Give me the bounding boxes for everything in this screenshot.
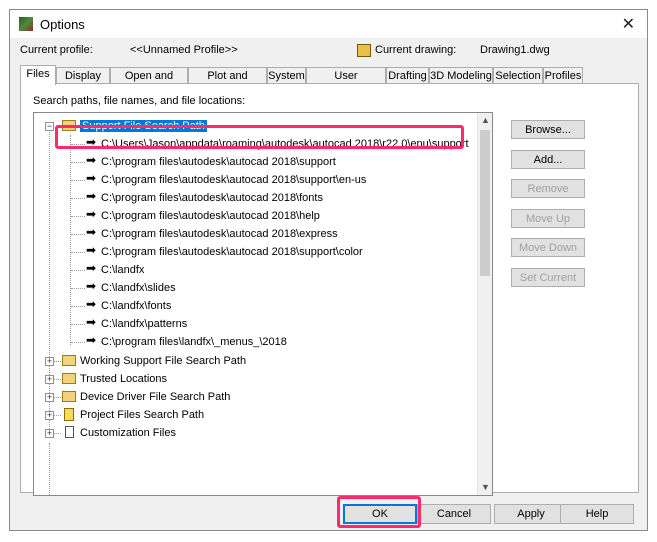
- options-dialog: Options ✕ Current profile: <<Unnamed Pro…: [9, 9, 648, 531]
- expand-icon[interactable]: +: [45, 357, 54, 366]
- set-current-button[interactable]: Set Current: [511, 268, 585, 287]
- document-icon: [65, 426, 74, 438]
- expand-icon[interactable]: +: [45, 429, 54, 438]
- expand-icon[interactable]: +: [45, 393, 54, 402]
- tree-node-path[interactable]: C:\landfx: [101, 262, 144, 278]
- folder-icon: [62, 120, 76, 131]
- remove-button[interactable]: Remove: [511, 179, 585, 198]
- path-arrow-icon: ➡: [86, 225, 97, 239]
- tab-3d-modeling[interactable]: 3D Modeling: [429, 67, 493, 83]
- close-icon[interactable]: ✕: [622, 14, 635, 34]
- ok-button[interactable]: OK: [343, 504, 417, 524]
- tree-node-support-file-search-path[interactable]: Support File Search Path: [80, 118, 207, 134]
- search-path-tree[interactable]: − Support File Search Path ➡ C:\Users\Ja…: [33, 112, 493, 496]
- tree-node-trusted-locations[interactable]: Trusted Locations: [80, 371, 167, 387]
- tree-node-path[interactable]: C:\program files\autodesk\autocad 2018\f…: [101, 190, 323, 206]
- path-arrow-icon: ➡: [86, 171, 97, 185]
- autocad-app-icon: [19, 17, 33, 31]
- tab-open-and-save[interactable]: Open and Save: [110, 67, 188, 98]
- path-arrow-icon: ➡: [86, 261, 97, 275]
- tab-files[interactable]: Files: [20, 65, 56, 85]
- browse-button[interactable]: Browse...: [511, 120, 585, 139]
- tree-node-path[interactable]: C:\landfx\slides: [101, 280, 176, 296]
- add-button[interactable]: Add...: [511, 150, 585, 169]
- scroll-down-icon[interactable]: ▼: [479, 480, 492, 495]
- path-arrow-icon: ➡: [86, 207, 97, 221]
- tree-guide: [49, 127, 50, 431]
- apply-button[interactable]: Apply: [494, 504, 568, 524]
- tree-node-project-files[interactable]: Project Files Search Path: [80, 407, 204, 423]
- title-bar: Options ✕: [10, 10, 647, 38]
- folder-icon: [62, 373, 76, 384]
- tree-node-path[interactable]: C:\Users\Jason\appdata\roaming\autodesk\…: [101, 136, 469, 152]
- search-paths-label: Search paths, file names, and file locat…: [33, 95, 246, 107]
- files-panel: Search paths, file names, and file locat…: [20, 83, 639, 496]
- path-arrow-icon: ➡: [86, 279, 97, 293]
- tree-node-path[interactable]: C:\program files\autodesk\autocad 2018\e…: [101, 226, 338, 242]
- move-up-button[interactable]: Move Up: [511, 209, 585, 228]
- tree-node-path[interactable]: C:\program files\autodesk\autocad 2018\s…: [101, 154, 336, 170]
- tree-node-path[interactable]: C:\program files\autodesk\autocad 2018\h…: [101, 208, 320, 224]
- help-button[interactable]: Help: [560, 504, 634, 524]
- move-down-button[interactable]: Move Down: [511, 238, 585, 257]
- tree-node-path[interactable]: C:\program files\autodesk\autocad 2018\s…: [101, 244, 363, 260]
- tab-drafting[interactable]: Drafting: [386, 67, 429, 83]
- tab-user-preferences[interactable]: User Preferences: [306, 67, 386, 98]
- path-arrow-icon: ➡: [86, 315, 97, 329]
- tab-selection[interactable]: Selection: [493, 67, 543, 83]
- current-drawing-label: Current drawing:: [375, 44, 457, 56]
- path-arrow-icon: ➡: [86, 297, 97, 311]
- profile-row: Current profile: <<Unnamed Profile>> Cur…: [20, 44, 640, 60]
- path-arrow-icon: ➡: [86, 189, 97, 203]
- path-arrow-icon: ➡: [86, 153, 97, 167]
- tree-guide: [49, 443, 50, 495]
- tree-node-path[interactable]: C:\landfx\patterns: [101, 316, 187, 332]
- window-title: Options: [40, 17, 85, 32]
- project-folder-icon: [64, 408, 74, 421]
- current-profile-label: Current profile:: [20, 44, 93, 56]
- tree-node-working-support[interactable]: Working Support File Search Path: [80, 353, 246, 369]
- drawing-icon: [357, 44, 371, 57]
- current-profile-value: <<Unnamed Profile>>: [130, 44, 238, 56]
- tree-node-path[interactable]: C:\program files\landfx\_menus_\2018: [101, 334, 287, 350]
- path-arrow-icon: ➡: [86, 243, 97, 257]
- tab-system[interactable]: System: [267, 67, 306, 83]
- expand-icon[interactable]: +: [45, 411, 54, 420]
- expand-icon[interactable]: +: [45, 375, 54, 384]
- current-drawing-value: Drawing1.dwg: [480, 44, 550, 56]
- scroll-thumb[interactable]: [480, 130, 490, 276]
- folder-icon: [62, 355, 76, 366]
- folder-icon: [62, 391, 76, 402]
- collapse-icon[interactable]: −: [45, 122, 54, 131]
- path-arrow-icon: ➡: [86, 333, 97, 347]
- tree-node-path[interactable]: C:\landfx\fonts: [101, 298, 171, 314]
- tree-node-path[interactable]: C:\program files\autodesk\autocad 2018\s…: [101, 172, 366, 188]
- scroll-up-icon[interactable]: ▲: [479, 113, 492, 128]
- tree-node-customization-files[interactable]: Customization Files: [80, 425, 176, 441]
- tab-plot-and-publish[interactable]: Plot and Publish: [188, 67, 267, 98]
- tab-display[interactable]: Display: [56, 67, 110, 83]
- cancel-button[interactable]: Cancel: [417, 504, 491, 524]
- tree-guide: [70, 135, 71, 345]
- path-arrow-icon: ➡: [86, 135, 97, 149]
- tree-scrollbar[interactable]: ▲ ▼: [477, 113, 492, 495]
- tab-profiles[interactable]: Profiles: [543, 67, 583, 83]
- tree-node-device-driver[interactable]: Device Driver File Search Path: [80, 389, 230, 405]
